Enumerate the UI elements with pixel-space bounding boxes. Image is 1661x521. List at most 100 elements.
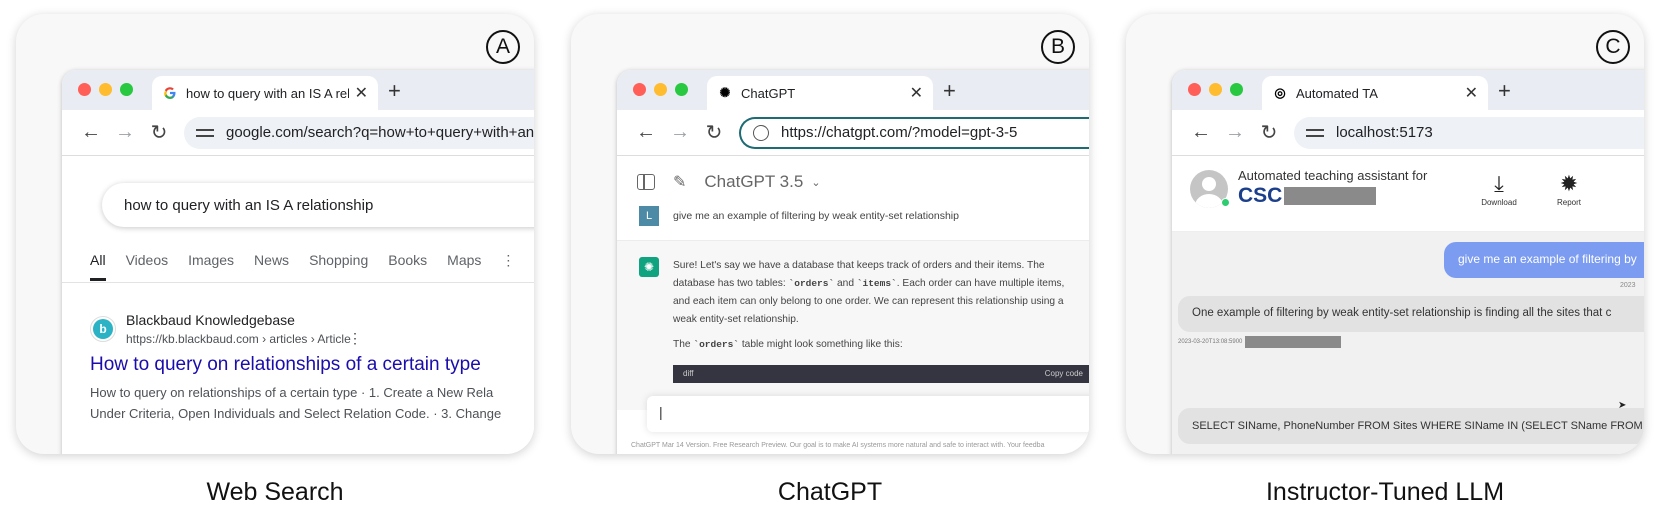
window-controls — [1188, 83, 1243, 96]
reload-icon[interactable]: ↻ — [1252, 120, 1286, 145]
panel-instructor-llm: C ◎ Automated TA ✕ + ← → ↻ localhost:517… — [1126, 14, 1644, 454]
reply-text: The — [673, 339, 694, 350]
assistant-message: Sure! Let's say we have a database that … — [673, 257, 1073, 329]
tab-shopping[interactable]: Shopping — [309, 252, 368, 281]
online-status-icon — [1221, 198, 1230, 207]
close-tab-icon[interactable]: ✕ — [1465, 83, 1478, 103]
panel-marker: B — [1041, 30, 1075, 64]
tab-title: Automated TA — [1296, 85, 1378, 101]
page-content: how to query with an IS A relationship A… — [62, 156, 534, 454]
download-button[interactable]: ⤓ Download — [1474, 170, 1524, 207]
address-bar[interactable]: localhost:5173 — [1294, 116, 1644, 149]
minimize-window-button[interactable] — [654, 83, 667, 96]
course-prefix: CSC — [1238, 184, 1283, 207]
tab-news[interactable]: News — [254, 252, 289, 281]
tab-strip: ✺ ChatGPT ✕ + — [617, 70, 1089, 110]
url-text: google.com/search?q=how+to+query+with+an… — [226, 124, 534, 141]
snippet-line: How to query on relationships of a certa… — [90, 385, 494, 400]
message-timestamp: 2023 — [1620, 282, 1636, 289]
site-favicon-icon: b — [90, 316, 116, 342]
close-window-button[interactable] — [1188, 83, 1201, 96]
new-tab-button[interactable]: + — [388, 78, 401, 104]
forward-icon[interactable]: → — [108, 121, 142, 144]
tab-books[interactable]: Books — [388, 252, 427, 281]
user-avatar: L — [639, 206, 659, 226]
result-menu-icon[interactable]: ⋮ — [348, 330, 362, 347]
site-info-icon[interactable] — [753, 124, 769, 141]
assistant-message-row: ✺ Sure! Let's say we have a database tha… — [617, 240, 1089, 410]
url-text: localhost:5173 — [1336, 124, 1433, 141]
user-message: give me an example of filtering by weak … — [673, 210, 959, 222]
back-icon[interactable]: ← — [74, 121, 108, 144]
app-subtitle: Automated teaching assistant for — [1238, 168, 1428, 183]
result-site-name[interactable]: Blackbaud Knowledgebase — [126, 312, 295, 328]
timestamp-text: 2023-03-20T13:08:5900 — [1178, 339, 1243, 345]
site-settings-icon[interactable] — [1306, 128, 1324, 137]
reload-icon[interactable]: ↻ — [142, 120, 176, 145]
tab-strip: ◎ Automated TA ✕ + — [1172, 70, 1644, 110]
browser-toolbar: ← → ↻ google.com/search?q=how+to+query+w… — [62, 110, 534, 156]
close-window-button[interactable] — [78, 83, 91, 96]
forward-icon[interactable]: → — [663, 121, 697, 144]
forward-icon[interactable]: → — [1218, 121, 1252, 144]
tab-title: ChatGPT — [741, 85, 796, 101]
caption-chatgpt: ChatGPT — [777, 478, 883, 506]
close-window-button[interactable] — [633, 83, 646, 96]
window-controls — [633, 83, 688, 96]
bug-icon: ✹ — [1559, 171, 1579, 196]
browser-tab[interactable]: ✺ ChatGPT ✕ — [707, 76, 933, 110]
site-settings-icon[interactable] — [196, 128, 214, 137]
browser-toolbar: ← → ↻ localhost:5173 — [1172, 110, 1644, 156]
new-chat-icon[interactable]: ✎ — [673, 172, 686, 192]
page-content: Automated teaching assistant for CSC ⤓ D… — [1172, 156, 1644, 454]
address-bar[interactable]: google.com/search?q=how+to+query+with+an… — [184, 116, 534, 149]
maximize-window-button[interactable] — [675, 83, 688, 96]
result-snippet: How to query on relationships of a certa… — [90, 382, 501, 424]
url-text: https://chatgpt.com/?model=gpt-3-5 — [781, 124, 1018, 141]
tab-all[interactable]: All — [90, 252, 106, 281]
maximize-window-button[interactable] — [1230, 83, 1243, 96]
download-icon: ⤓ — [1494, 171, 1504, 196]
close-tab-icon[interactable]: ✕ — [910, 83, 923, 103]
course-code: CSC — [1238, 184, 1377, 208]
tab-maps[interactable]: Maps — [447, 252, 481, 281]
result-title-link[interactable]: How to query on relationships of a certa… — [90, 354, 481, 376]
browser-tab[interactable]: how to query with an IS A rela ✕ — [152, 76, 378, 110]
tab-videos[interactable]: Videos — [126, 252, 169, 281]
minimize-window-button[interactable] — [1209, 83, 1222, 96]
sidebar-toggle-icon[interactable] — [637, 174, 655, 190]
report-button[interactable]: ✹ Report — [1544, 170, 1594, 207]
tab-title: how to query with an IS A rela — [186, 85, 349, 101]
user-message: give me an example of filtering by — [1444, 242, 1644, 278]
search-tabs: All Videos Images News Shopping Books Ma… — [90, 252, 515, 281]
address-bar[interactable]: https://chatgpt.com/?model=gpt-3-5 — [739, 116, 1089, 149]
model-selector[interactable]: ChatGPT 3.5 — [704, 172, 803, 192]
more-icon[interactable]: ⋮ — [501, 252, 515, 281]
globe-icon: ◎ — [1274, 85, 1286, 100]
minimize-window-button[interactable] — [99, 83, 112, 96]
browser-toolbar: ← → ↻ https://chatgpt.com/?model=gpt-3-5 — [617, 110, 1089, 156]
panel-marker: C — [1596, 30, 1630, 64]
browser-tab[interactable]: ◎ Automated TA ✕ — [1262, 76, 1488, 110]
tab-images[interactable]: Images — [188, 252, 234, 281]
back-icon[interactable]: ← — [1184, 121, 1218, 144]
back-icon[interactable]: ← — [629, 121, 663, 144]
chat-input[interactable]: | — [647, 396, 1089, 432]
new-tab-button[interactable]: + — [1498, 78, 1511, 104]
chevron-down-icon[interactable]: ⌄ — [811, 176, 820, 189]
copy-code-button[interactable]: Copy code — [1045, 369, 1083, 378]
redaction-block — [1245, 336, 1342, 348]
reply-text: table might look something like this: — [739, 339, 903, 350]
maximize-window-button[interactable] — [120, 83, 133, 96]
result-url[interactable]: https://kb.blackbaud.com › articles › Ar… — [126, 332, 351, 346]
panel-marker: A — [486, 30, 520, 64]
close-tab-icon[interactable]: ✕ — [355, 83, 368, 103]
inline-code: `items` — [856, 278, 897, 289]
reply-text: and — [834, 278, 857, 289]
code-block-header: diff Copy code — [673, 365, 1089, 383]
snippet-line: Under Criteria, Open Individuals and Sel… — [90, 406, 502, 421]
search-input[interactable]: how to query with an IS A relationship — [102, 183, 534, 227]
reload-icon[interactable]: ↻ — [697, 120, 731, 145]
assistant-message: SELECT SIName, PhoneNumber FROM Sites WH… — [1178, 408, 1644, 444]
new-tab-button[interactable]: + — [943, 78, 956, 104]
